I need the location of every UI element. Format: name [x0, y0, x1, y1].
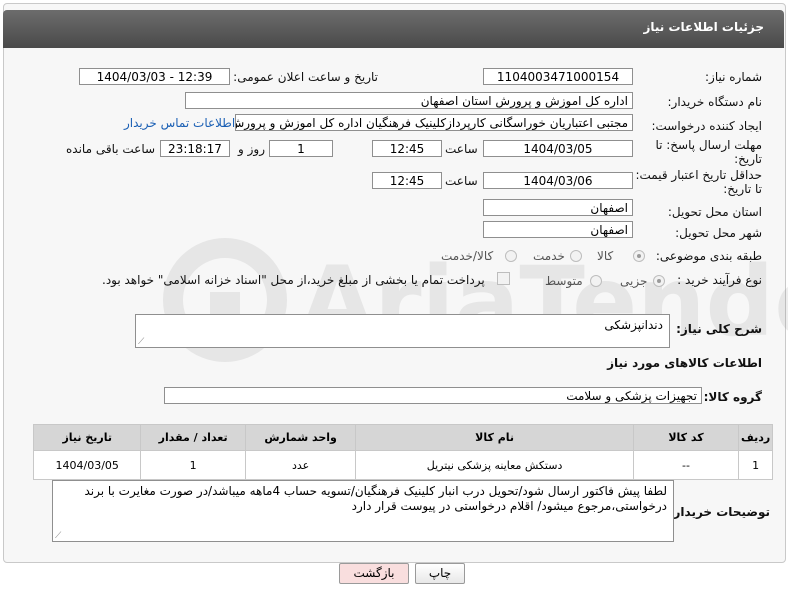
deadline-time-field: 12:45: [372, 140, 442, 157]
price-validity-label: حداقل تاریخ اعتبار قیمت:: [635, 168, 762, 182]
cell-need-date: 1404/03/05: [32, 450, 142, 480]
cell-row-number: 1: [738, 450, 773, 480]
province-field: اصفهان: [483, 199, 633, 216]
deadline-date-field: 1404/03/05: [483, 140, 633, 157]
back-button[interactable]: بازگشت: [339, 563, 409, 584]
description-text: دندانپزشکی: [604, 318, 663, 332]
remaining-time-label: ساعت باقی مانده: [66, 142, 156, 156]
buyer-notes-textarea: لطفا پیش فاکتور ارسال شود/تحویل درب انبا…: [52, 480, 674, 542]
buyer-contact-link[interactable]: اطلاعات تماس خریدار: [124, 116, 235, 130]
process-type-label: نوع فرآیند خرید :: [677, 273, 762, 287]
category-radio-goods[interactable]: [633, 250, 645, 262]
items-table: تاریخ نیاز تعداد / مقدار واحد شمارش نام …: [32, 424, 773, 480]
buyer-notes-text: لطفا پیش فاکتور ارسال شود/تحویل درب انبا…: [84, 484, 667, 513]
category-radio-goods-service[interactable]: [505, 250, 517, 262]
cell-unit: عدد: [244, 450, 357, 480]
description-textarea: دندانپزشکی ⟋: [135, 314, 670, 348]
description-label: شرح کلی نیاز:: [676, 322, 762, 336]
goods-group-label: گروه کالا:: [703, 390, 762, 404]
requester-field: مجتبی اعتباریان خوراسگانی کارپردازکلینیک…: [235, 114, 633, 131]
price-validity-time-label: ساعت: [445, 174, 478, 188]
col-item-code: کد کالا: [632, 424, 740, 451]
col-item-name: نام کالا: [355, 424, 634, 451]
col-quantity: تعداد / مقدار: [140, 424, 246, 451]
category-label: طبقه بندی موضوعی:: [655, 249, 762, 263]
category-option-service: خدمت: [533, 249, 565, 263]
cell-quantity: 1: [140, 450, 246, 480]
province-label: استان محل تحویل:: [667, 205, 762, 219]
price-validity-date-field: 1404/03/06: [483, 172, 633, 189]
category-option-goods-service: کالا/خدمت: [441, 249, 494, 263]
treasury-payment-checkbox[interactable]: [497, 272, 510, 285]
process-radio-minor[interactable]: [653, 275, 665, 287]
announce-date-label: تاریخ و ساعت اعلان عمومی:: [233, 70, 378, 84]
goods-group-field: تجهیزات پزشکی و سلامت: [164, 387, 702, 404]
col-unit: واحد شمارش: [244, 424, 357, 451]
need-number-label: شماره نیاز:: [705, 70, 762, 84]
col-row-number: ردیف: [738, 424, 773, 451]
category-radio-service[interactable]: [570, 250, 582, 262]
category-option-goods: کالا: [597, 249, 614, 263]
deadline-label-2: تاریخ:: [734, 152, 762, 166]
treasury-payment-note: پرداخت تمام یا بخشی از مبلغ خرید،از محل …: [102, 273, 485, 287]
buyer-org-field: اداره کل اموزش و پرورش استان اصفهان: [185, 92, 633, 109]
deadline-label: مهلت ارسال پاسخ: تا: [655, 138, 762, 152]
table-row: 1404/03/05 1 عدد دستکش معاینه پزشکی نیتر…: [32, 450, 773, 480]
resize-grip-icon: ⟋: [138, 337, 145, 347]
requester-label: ایجاد کننده درخواست:: [651, 119, 762, 133]
resize-grip-icon: ⟋: [55, 531, 62, 541]
announce-date-field: 1404/03/03 - 12:39: [79, 68, 230, 85]
process-radio-medium[interactable]: [590, 275, 602, 287]
city-field: اصفهان: [483, 221, 633, 238]
page-title: جزئیات اطلاعات نیاز: [643, 20, 764, 34]
remaining-time-field: 23:18:17: [160, 140, 230, 157]
process-option-medium: متوسط: [545, 274, 583, 288]
panel-header: جزئیات اطلاعات نیاز: [3, 10, 784, 48]
process-option-minor: جزیی: [620, 274, 648, 288]
days-label: روز و: [238, 142, 265, 156]
price-validity-label-2: تا تاریخ:: [723, 182, 762, 196]
deadline-time-label: ساعت: [445, 142, 478, 156]
col-need-date: تاریخ نیاز: [32, 424, 142, 451]
buyer-notes-label: توضیحات خریدار:: [668, 505, 770, 519]
price-validity-time-field: 12:45: [372, 172, 442, 189]
buyer-org-label: نام دستگاه خریدار:: [667, 95, 763, 109]
goods-section-title: اطلاعات کالاهای مورد نیاز: [607, 356, 762, 370]
print-button[interactable]: چاپ: [415, 563, 465, 584]
days-field: 1: [269, 140, 333, 157]
table-header-row: تاریخ نیاز تعداد / مقدار واحد شمارش نام …: [32, 424, 773, 451]
need-number-field: 1104003471000154: [483, 68, 633, 85]
cell-item-name: دستکش معاینه پزشکی نیتریل: [355, 450, 634, 480]
city-label: شهر محل تحویل:: [675, 226, 762, 240]
cell-item-code: --: [632, 450, 740, 480]
